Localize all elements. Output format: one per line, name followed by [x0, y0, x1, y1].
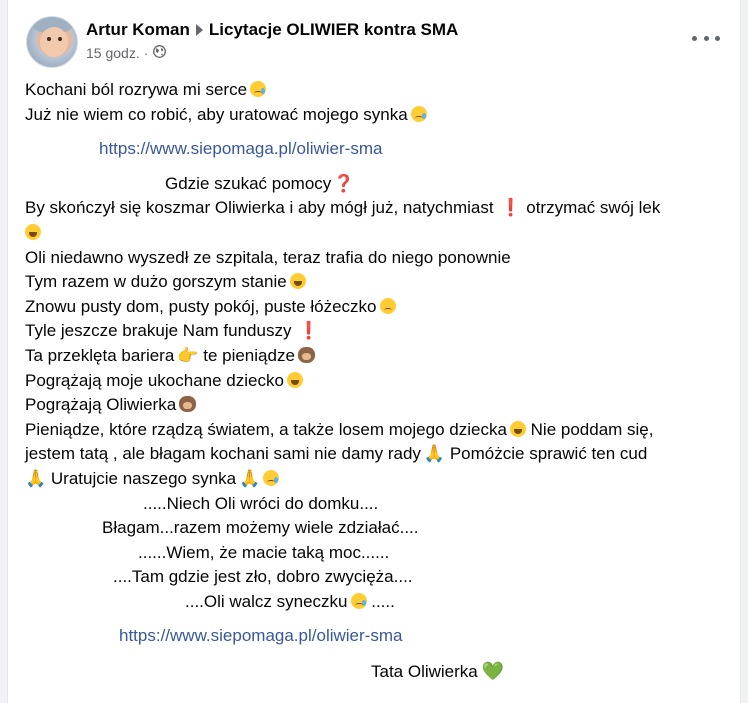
exclamation-emoji-icon: ❗ — [298, 321, 320, 341]
sad-tear-emoji-icon — [250, 81, 267, 97]
more-options-icon[interactable] — [692, 28, 720, 48]
post-line: jestem tatą , ale błagam kochani sami ni… — [25, 444, 648, 464]
post-body: Kochani ból rozrywa mi serce Już nie wie… — [25, 78, 735, 685]
sad-tear-emoji-icon — [350, 592, 367, 609]
post-line: Tym razem w dużo gorszym stanie — [25, 270, 735, 295]
post-line: By skończył się koszmar Oliwierka i aby … — [25, 198, 661, 218]
arrow-right-icon — [195, 24, 203, 36]
post-line: Błagam...razem możemy wiele zdziałać.... — [102, 518, 419, 538]
post-line: Ta przeklęta bariera 👉 te pieniądze — [25, 344, 735, 369]
author-avatar[interactable] — [26, 16, 78, 68]
post-line: Pogrążają moje ukochane dziecko — [25, 369, 735, 394]
tired-face-emoji-icon — [289, 273, 306, 290]
post-line: ......Wiem, że macie taką moc...... — [138, 542, 390, 562]
question-mark-emoji-icon: ❓ — [333, 173, 355, 193]
post-line: Znowu pusty dom, pusty pokój, puste łóże… — [25, 295, 735, 320]
pleading-face-emoji-icon — [379, 297, 396, 314]
praying-hands-emoji-icon: 🙏 — [25, 468, 47, 488]
post-line: Tata Oliwierka 💚 — [371, 661, 505, 682]
group-name[interactable]: Licytacje OLIWIER kontra SMA — [209, 20, 458, 40]
post-line — [25, 221, 735, 246]
post-meta: 15 godz. · — [86, 45, 167, 61]
see-no-evil-monkey-emoji-icon — [297, 346, 315, 363]
siepomaga-link[interactable]: https://www.siepomaga.pl/oliwier-sma — [99, 139, 382, 158]
post-header: Artur Koman Licytacje OLIWIER kontra SMA — [86, 19, 458, 41]
post-line: Oli niedawno wyszedł ze szpitala, teraz … — [25, 247, 511, 267]
post-line: Kochani ból rozrywa mi serce — [25, 78, 735, 103]
siepomaga-link[interactable]: https://www.siepomaga.pl/oliwier-sma — [119, 626, 402, 645]
post-line: 🙏 Uratujcie naszego synka 🙏 — [25, 467, 735, 492]
post-line: https://www.siepomaga.pl/oliwier-sma — [25, 624, 735, 649]
post-line: Gdzie szukać pomocy ❓ — [165, 173, 355, 193]
post-card: Artur Koman Licytacje OLIWIER kontra SMA… — [7, 0, 741, 703]
post-timestamp[interactable]: 15 godz. — [86, 45, 140, 61]
post-line: Już nie wiem co robić, aby uratować moje… — [25, 103, 735, 128]
crying-emoji-icon — [509, 420, 526, 437]
sad-tear-emoji-icon — [410, 105, 427, 122]
sad-tear-emoji-icon — [263, 469, 280, 486]
see-no-evil-monkey-emoji-icon — [179, 396, 197, 413]
exclamation-emoji-icon: ❗ — [500, 198, 522, 218]
post-line: ....Tam gdzie jest zło, dobro zwycięża..… — [113, 567, 413, 587]
meta-separator: · — [143, 45, 149, 61]
post-line: .....Niech Oli wróci do domku.... — [143, 493, 379, 513]
praying-hands-emoji-icon: 🙏 — [239, 468, 261, 488]
post-line: Pogrążają Oliwierka — [25, 393, 735, 418]
globe-icon — [153, 45, 167, 61]
post-line: ....Oli walcz syneczku ..... — [185, 591, 395, 611]
pointing-right-emoji-icon: 👉 — [177, 345, 199, 365]
crying-emoji-icon — [286, 371, 303, 388]
post-line: Pieniądze, które rządzą światem, a także… — [25, 419, 654, 439]
praying-hands-emoji-icon: 🙏 — [423, 444, 446, 464]
post-line: https://www.siepomaga.pl/oliwier-sma — [25, 137, 735, 162]
green-heart-emoji-icon: 💚 — [481, 661, 505, 682]
crying-emoji-icon — [25, 223, 41, 240]
author-name[interactable]: Artur Koman — [86, 20, 190, 40]
post-line: Tyle jeszcze brakuje Nam funduszy ❗ — [25, 321, 320, 341]
